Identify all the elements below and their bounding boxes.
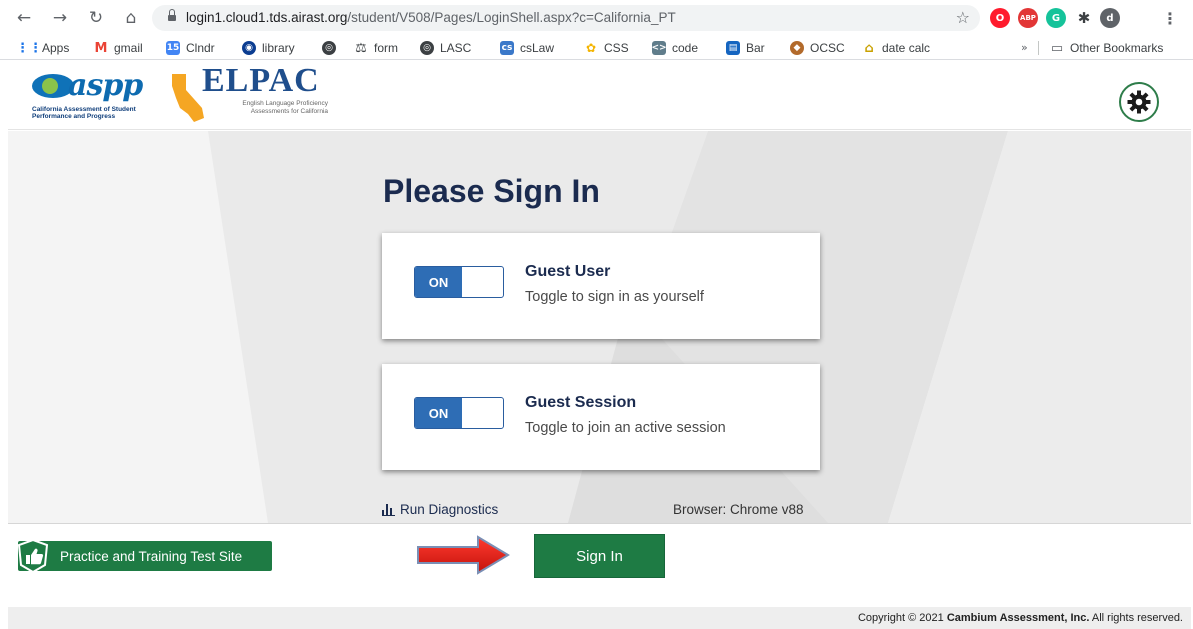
copyright-text: Copyright © 2021 Cambium Assessment, Inc… [857,612,1183,624]
library-icon: ◉ [242,41,256,55]
ocsc-icon: ◆ [790,41,804,55]
bookmark-clndr[interactable]: 15 Clndr [166,39,215,57]
date-calc-icon: ⌂ [864,40,874,56]
profile-avatar[interactable]: d [1100,8,1120,28]
bookmark-star-icon[interactable]: ☆ [956,8,970,27]
calendar-icon: 15 [166,41,180,55]
bookmark-gmail[interactable]: Mgmail [94,39,143,57]
bookmark-globe[interactable]: ◎ [322,39,342,57]
bookmark-date-calc[interactable]: ⌂ date calc [862,39,930,57]
guest-user-title: Guest User [525,263,611,280]
bookmark-bar[interactable]: ▤ Bar [726,39,765,57]
settings-button[interactable] [1119,82,1159,122]
guest-session-title: Guest Session [525,394,637,411]
app-header: aspp California Assessment of Student Pe… [8,62,1191,130]
more-bookmarks-icon[interactable]: » [1021,41,1028,54]
browser-menu-icon[interactable]: ⋮ [1160,8,1180,28]
bookmark-css[interactable]: ✿ CSS [584,39,629,57]
bookmark-ocsc[interactable]: ◆ OCSC [790,39,845,57]
grammarly-icon[interactable]: G [1046,8,1066,28]
adblock-icon[interactable]: ABP [1018,8,1038,28]
signin-panel: Please Sign In ON Guest User Toggle to s… [8,131,1191,523]
lock-icon [168,9,176,22]
globe-icon: ◎ [322,41,336,55]
guest-user-toggle[interactable]: ON [414,266,504,298]
css-icon: ✿ [585,41,597,55]
elpac-logo: ELPAC English Language Proficiency Asses… [168,62,338,126]
guest-user-card: ON Guest User Toggle to sign in as yours… [382,233,820,339]
cslaw-icon: cs [500,41,514,55]
guest-user-desc: Toggle to sign in as yourself [525,289,704,305]
apps-grid-icon: ⋮⋮ [16,40,42,56]
code-icon: <> [651,41,667,55]
address-bar[interactable]: login1.cloud1.tds.airast.org/student/V50… [152,5,980,31]
thumbs-up-icon [17,539,49,573]
gear-icon [1127,90,1151,114]
folder-icon: ▭ [1050,40,1064,56]
browser-version-text: Browser: Chrome v88 [673,502,804,517]
copyright-bar: Copyright © 2021 Cambium Assessment, Inc… [8,607,1191,629]
opera-icon[interactable]: O [990,8,1010,28]
bookmark-cslaw[interactable]: cs csLaw [500,39,554,57]
footer-bar: Practice and Training Test Site Sign In [8,523,1191,607]
bar-icon: ▤ [726,41,740,55]
bookmarks-bar: ⋮⋮ Apps Mgmail 15 Clndr ◉ library ◎ ⚖ form ◎… [0,36,1193,60]
reload-icon[interactable]: ↻ [84,6,108,30]
practice-site-badge: Practice and Training Test Site [17,539,272,573]
guest-session-desc: Toggle to join an active session [525,420,726,436]
bar-chart-icon [382,503,396,516]
bookmark-library[interactable]: ◉ library [242,39,295,57]
back-icon[interactable]: ← [12,6,36,30]
home-icon[interactable]: ⌂ [119,6,143,30]
red-arrow-icon [417,535,510,575]
url-text: login1.cloud1.tds.airast.org/student/V50… [186,10,676,25]
guest-session-card: ON Guest Session Toggle to join an activ… [382,364,820,470]
globe-icon: ◎ [420,41,434,55]
bookmark-code[interactable]: <> code [651,39,698,57]
bookmark-other[interactable]: ▭ Other Bookmarks [1050,39,1164,57]
run-diagnostics-link[interactable]: Run Diagnostics [382,502,498,517]
browser-toolbar: ← → ↻ ⌂ login1.cloud1.tds.airast.org/stu… [0,0,1193,36]
caaspp-logo: aspp California Assessment of Student Pe… [32,68,143,120]
sign-in-button[interactable]: Sign In [534,534,665,578]
page-title: Please Sign In [383,173,600,209]
gmail-icon: M [94,40,108,56]
bookmark-form[interactable]: ⚖ form [354,39,398,57]
scales-icon: ⚖ [355,40,367,56]
bookmark-lasc[interactable]: ◎ LASC [420,39,471,57]
bookmark-apps[interactable]: ⋮⋮ Apps [16,39,69,57]
guest-session-toggle[interactable]: ON [414,397,504,429]
extensions-puzzle-icon[interactable]: ✱ [1074,8,1094,28]
forward-icon[interactable]: → [48,6,72,30]
bookmarks-divider [1038,41,1039,55]
